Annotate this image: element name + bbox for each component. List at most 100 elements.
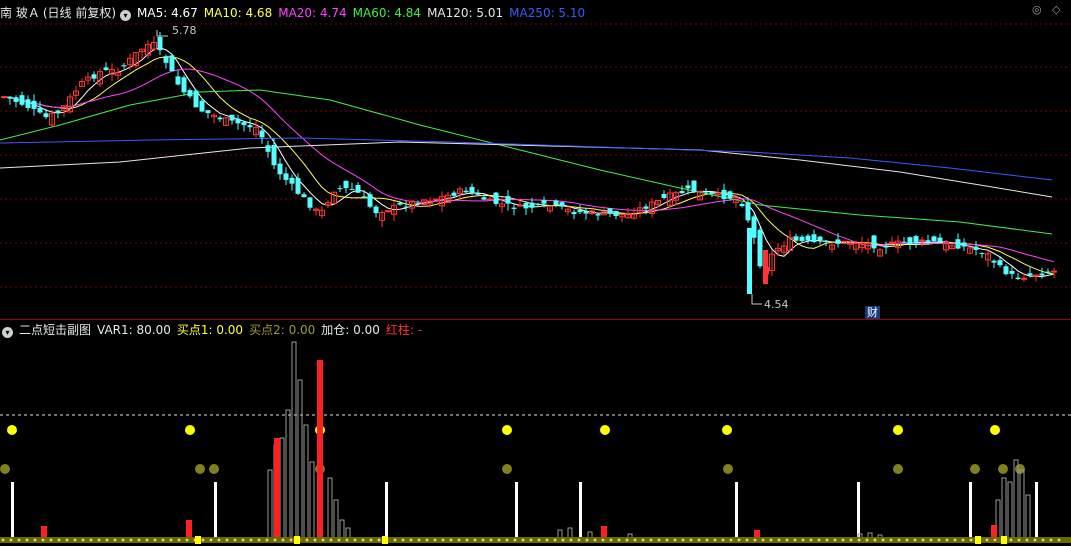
baseline-dot [457,538,461,542]
candle-body [343,180,349,189]
candle-body [691,180,697,192]
baseline-dot [377,538,381,542]
ma-legend-item: MA10: 4.68 [203,6,273,20]
candlestick-series[interactable] [1,30,1057,305]
candle-body [277,163,283,175]
candle-body [679,190,685,194]
baseline-dot [185,538,189,542]
collapse-icon[interactable]: ▾ [120,10,132,21]
baseline-dot [145,538,149,542]
collapse-icon[interactable]: ▾ [2,327,13,338]
high-price-label: 5.78 [172,24,197,37]
baseline-dot [313,538,317,542]
indicator-header: ▾ 二点短击副图 VAR1: 80.00 买点1: 0.00 买点2: 0.00 加仓: … [0,322,434,338]
baseline-dot [249,538,253,542]
candle-body [295,178,301,194]
period-label: (日线 前复权) [42,6,117,20]
candle-body [1033,274,1039,277]
baseline-dot [41,538,45,542]
candle-body [901,241,907,243]
buy-point-2-dot [893,464,903,474]
baseline-dot [745,538,749,542]
candle-body [217,117,223,120]
candle-body [805,235,811,241]
ma120-line [0,141,1053,198]
candle-body [25,99,31,108]
candle-body [199,100,205,112]
baseline-dot [121,538,125,542]
low-leader [751,294,762,305]
candle-body [607,208,613,214]
ma250-line [0,137,1053,181]
candle-body [205,110,211,114]
baseline-dot [345,538,349,542]
candle-body [301,194,307,198]
add-position-bar [1035,482,1038,540]
settings-icon[interactable]: ◎ [1032,4,1042,16]
baseline-dot [721,538,725,542]
baseline-dot [817,538,821,542]
ma-legend-item: MA20: 4.74 [278,6,347,20]
baseline-dot [433,538,437,542]
candle-body [337,188,343,190]
candle-body [571,211,577,215]
baseline-dot [1025,538,1029,542]
baseline-dot [561,538,565,542]
baseline-dot [305,538,309,542]
indicator-field: 红柱: - [385,323,423,337]
candle-body [955,239,961,249]
marker-square [195,536,201,544]
candle-body [811,234,817,243]
candle-body [463,190,469,193]
financial-report-badge[interactable]: 财 [865,306,880,319]
baseline-dot [329,538,333,542]
baseline-dot [577,538,581,542]
baseline-dot [393,538,397,542]
candle-body [361,196,367,198]
candle-body [1003,266,1009,275]
diamond-icon[interactable]: ◇ [1052,4,1060,16]
indicator-panel[interactable] [0,341,1071,544]
baseline-dot [9,538,13,542]
candle-body [973,246,979,250]
baseline-dot [769,538,773,542]
baseline-dot [873,538,877,542]
candle-body [1045,271,1051,273]
var1-bar [291,341,297,541]
baseline-dot [289,538,293,542]
candle-body [271,145,277,166]
candle-body [433,198,439,201]
candle-body [961,242,967,247]
buy-point-1-dot [7,425,17,435]
candle-body [931,236,937,242]
baseline-dot [897,538,901,542]
baseline-dot [81,538,85,542]
buy-point-2-dot [502,464,512,474]
candle-body [187,90,193,97]
candle-body [175,76,181,85]
candle-body [847,242,853,245]
baseline-dot [785,538,789,542]
candle-body [373,206,379,214]
red-column [317,360,323,540]
candle-body [487,198,493,201]
candle-body [475,193,481,195]
baseline-dot [889,538,893,542]
baseline-dot [545,538,549,542]
low-price-label: 4.54 [764,298,789,311]
candle-body [613,210,619,216]
baseline-dot [753,538,757,542]
candle-body [469,186,475,194]
chart-canvas[interactable] [0,0,1071,546]
baseline-dot [17,538,21,542]
candle-body [307,197,313,208]
candle-body [1021,277,1027,280]
baseline-dot [129,538,133,542]
baseline-dot [913,538,917,542]
ma-legend-item: MA5: 4.67 [137,6,198,20]
candle-body [583,211,589,214]
var1-bar [327,477,333,541]
candle-body [643,206,649,209]
baseline-dot [537,538,541,542]
candle-body [661,193,667,198]
